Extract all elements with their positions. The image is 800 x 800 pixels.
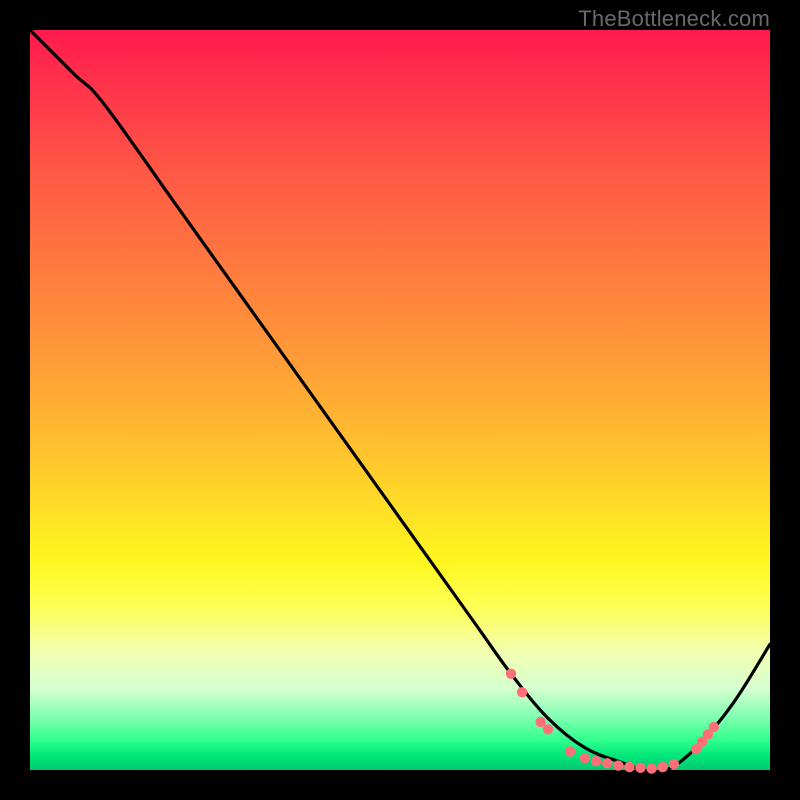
marker-dot <box>591 756 601 766</box>
chart-frame: TheBottleneck.com <box>0 0 800 800</box>
plot-area <box>30 30 770 770</box>
marker-dot <box>565 746 575 756</box>
marker-dot <box>646 763 656 773</box>
marker-dot <box>506 669 516 679</box>
marker-dot <box>669 759 679 769</box>
marker-dot <box>535 717 545 727</box>
marker-dot <box>624 762 634 772</box>
marker-dot <box>602 758 612 768</box>
marker-dot <box>543 724 553 734</box>
marker-dot <box>658 762 668 772</box>
watermark-text: TheBottleneck.com <box>578 6 770 32</box>
marker-dot <box>517 687 527 697</box>
marker-dot <box>635 763 645 773</box>
marker-dot <box>709 722 719 732</box>
marker-dot <box>613 760 623 770</box>
curve-layer <box>30 30 770 770</box>
marker-dot <box>580 753 590 763</box>
bottleneck-curve <box>30 30 770 772</box>
